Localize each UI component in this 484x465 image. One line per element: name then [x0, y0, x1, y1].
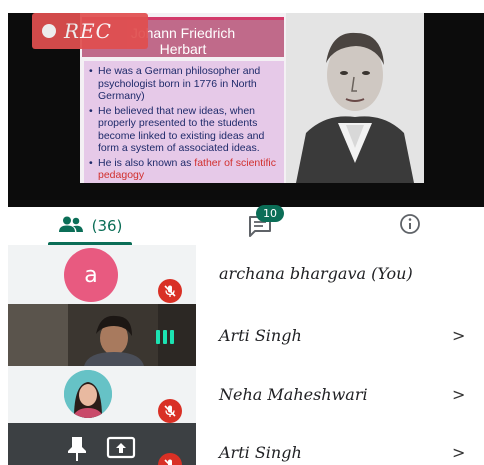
participant-name: Neha Maheshwari [219, 385, 368, 404]
chevron-right-icon[interactable]: > [452, 443, 465, 462]
participant-video [8, 304, 196, 366]
participant-row[interactable]: a archana bhargava (You) [0, 245, 484, 304]
audio-level-icon [156, 330, 174, 344]
slide-bullet: He was a German philosopher and psycholo… [89, 65, 280, 103]
chevron-right-icon[interactable]: > [452, 385, 465, 404]
tab-info[interactable] [390, 207, 430, 245]
recording-indicator: REC [32, 13, 148, 49]
slide-bullet: He is also known as father of scientific… [89, 156, 280, 182]
participant-row[interactable]: Arti Singh > [0, 304, 484, 366]
avatar [64, 370, 112, 418]
pin-icon[interactable] [66, 435, 88, 465]
participant-tile: a [8, 245, 196, 304]
participant-name: archana bhargava (You) [219, 264, 413, 283]
tab-people[interactable]: (36) [40, 207, 140, 245]
slide-bullets: He was a German philosopher and psycholo… [84, 61, 284, 182]
present-screen-icon[interactable] [106, 435, 136, 465]
tab-chat[interactable]: 10 [230, 205, 290, 245]
participant-row[interactable]: Arti Singh > [0, 423, 484, 465]
tab-bar: (36) 10 [0, 205, 484, 245]
mic-off-icon [158, 453, 182, 465]
presentation-video[interactable]: Johann Friedrich Herbart He was a German… [0, 0, 484, 207]
avatar: a [64, 248, 118, 302]
mic-off-icon [158, 399, 182, 423]
info-icon [399, 213, 421, 239]
participant-name: Arti Singh [219, 326, 302, 345]
participant-list: a archana bhargava (You) Arti Singh > Ne… [0, 245, 484, 465]
chevron-right-icon[interactable]: > [452, 326, 465, 345]
participant-name: Arti Singh [219, 443, 302, 462]
mic-off-icon [158, 279, 182, 303]
participant-row[interactable]: Neha Maheshwari > [0, 366, 484, 423]
people-count: (36) [91, 217, 123, 235]
people-icon [58, 216, 84, 236]
slide-body: He was a German philosopher and psycholo… [84, 61, 284, 183]
portrait-image [286, 13, 424, 183]
record-dot-icon [42, 24, 56, 38]
slide-bullet: He believed that new ideas, when properl… [89, 105, 280, 155]
slide-bullet-text: He is also known as [98, 156, 195, 169]
chat-unread-badge: 10 [256, 205, 284, 222]
recording-label: REC [64, 19, 112, 43]
participant-tile [8, 423, 196, 465]
participant-tile [8, 366, 196, 423]
